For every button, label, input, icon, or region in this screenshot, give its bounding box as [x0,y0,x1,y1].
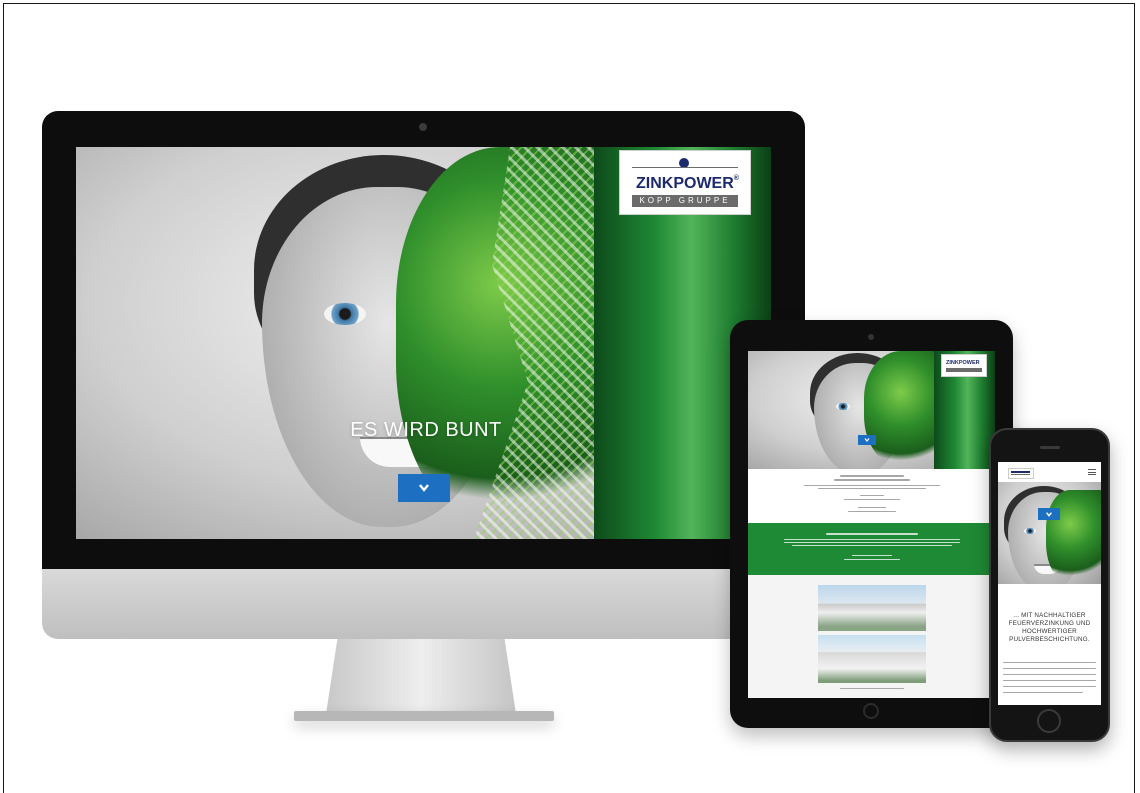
tablet-intro-text-line [804,485,940,486]
left-eye [324,303,366,325]
tablet-home-button[interactable] [863,703,879,719]
tablet-intro-text-line [818,488,926,489]
phone-body-line [1003,668,1096,669]
phone-body-line [1003,662,1096,663]
tablet-scroll-button[interactable] [858,435,876,445]
logo-rule [632,167,738,168]
logo-trademark: ® [733,175,739,182]
tablet-green-text-line [852,555,892,556]
tablet-green-text-line [784,542,960,543]
phone-device: ... MIT NACHHALTIGER FEUERVERZINKUNG UND… [989,428,1110,742]
tablet-photo-caption-line [840,688,904,689]
tablet-green-section [748,523,995,575]
phone-green-splash [1046,490,1101,584]
chevron-down-icon [419,484,429,492]
tablet-green-text-line [784,539,960,540]
tablet-building-photo[interactable] [818,585,926,631]
tablet-building-photo[interactable] [818,635,926,683]
tablet-camera-icon [868,334,874,340]
hero-title: ES WIRD BUNT [350,419,502,441]
phone-body-line [1003,674,1096,675]
logo-subline: KOPP GRUPPE [632,195,738,207]
phone-website-screen: ... MIT NACHHALTIGER FEUERVERZINKUNG UND… [998,462,1101,705]
phone-logo-subline [1011,474,1030,475]
tablet-intro-heading-line [840,475,904,477]
phone-hero [998,482,1101,584]
desktop-monitor: ZINKPOWER® KOPP GRUPPE ES WIRD BUNT [42,111,805,569]
tablet-intro-heading-line [834,479,910,481]
chevron-down-icon [1046,511,1052,517]
tablet-logo-subline [946,368,982,372]
zinkpower-logo[interactable]: ZINKPOWER® KOPP GRUPPE [619,150,751,215]
desktop-monitor-stand [326,639,516,714]
phone-body-line [1003,686,1096,687]
desktop-website-screen: ZINKPOWER® KOPP GRUPPE ES WIRD BUNT [76,147,771,539]
tablet-left-eye [836,403,850,410]
desktop-monitor-base [294,711,554,721]
tablet-hero: ZINKPOWER [748,351,995,469]
tablet-intro-text-line [860,495,884,496]
tablet-logo-wordmark: ZINKPOWER [946,360,980,366]
mockup-frame: ZINKPOWER® KOPP GRUPPE ES WIRD BUNT ZINK… [3,3,1135,793]
phone-left-eye [1024,528,1036,534]
tablet-green-text-line [792,545,952,546]
desktop-monitor-chin [42,569,805,639]
tablet-logo[interactable]: ZINKPOWER [941,354,987,377]
phone-speaker [1040,446,1060,449]
chevron-down-icon [864,438,870,442]
logo-brand-name: ZINKPOWER [636,175,734,192]
phone-section-body [1003,662,1096,698]
phone-section-heading: ... MIT NACHHALTIGER FEUERVERZINKUNG UND… [1008,612,1091,643]
phone-body-line [1003,692,1083,693]
tablet-intro-text-line [848,511,896,512]
logo-wordmark: ZINKPOWER® [636,175,739,193]
tablet-intro-text-line [844,499,900,500]
tablet-gallery-section [748,575,995,698]
menu-icon[interactable] [1088,469,1096,475]
scroll-down-button[interactable] [398,474,450,502]
phone-logo[interactable] [1008,468,1034,479]
tablet-green-text-line [844,559,900,560]
phone-header [998,462,1101,483]
tablet-intro-text-line [858,507,886,508]
tablet-green-heading-line [826,533,918,535]
tablet-device: ZINKPOWER [730,320,1013,728]
tablet-intro-section [748,469,995,523]
camera-icon [419,123,427,131]
tablet-website-screen: ZINKPOWER [748,351,995,698]
phone-logo-wordmark [1011,471,1030,473]
phone-home-button[interactable] [1037,709,1061,733]
phone-body-line [1003,680,1096,681]
phone-scroll-button[interactable] [1038,508,1060,520]
